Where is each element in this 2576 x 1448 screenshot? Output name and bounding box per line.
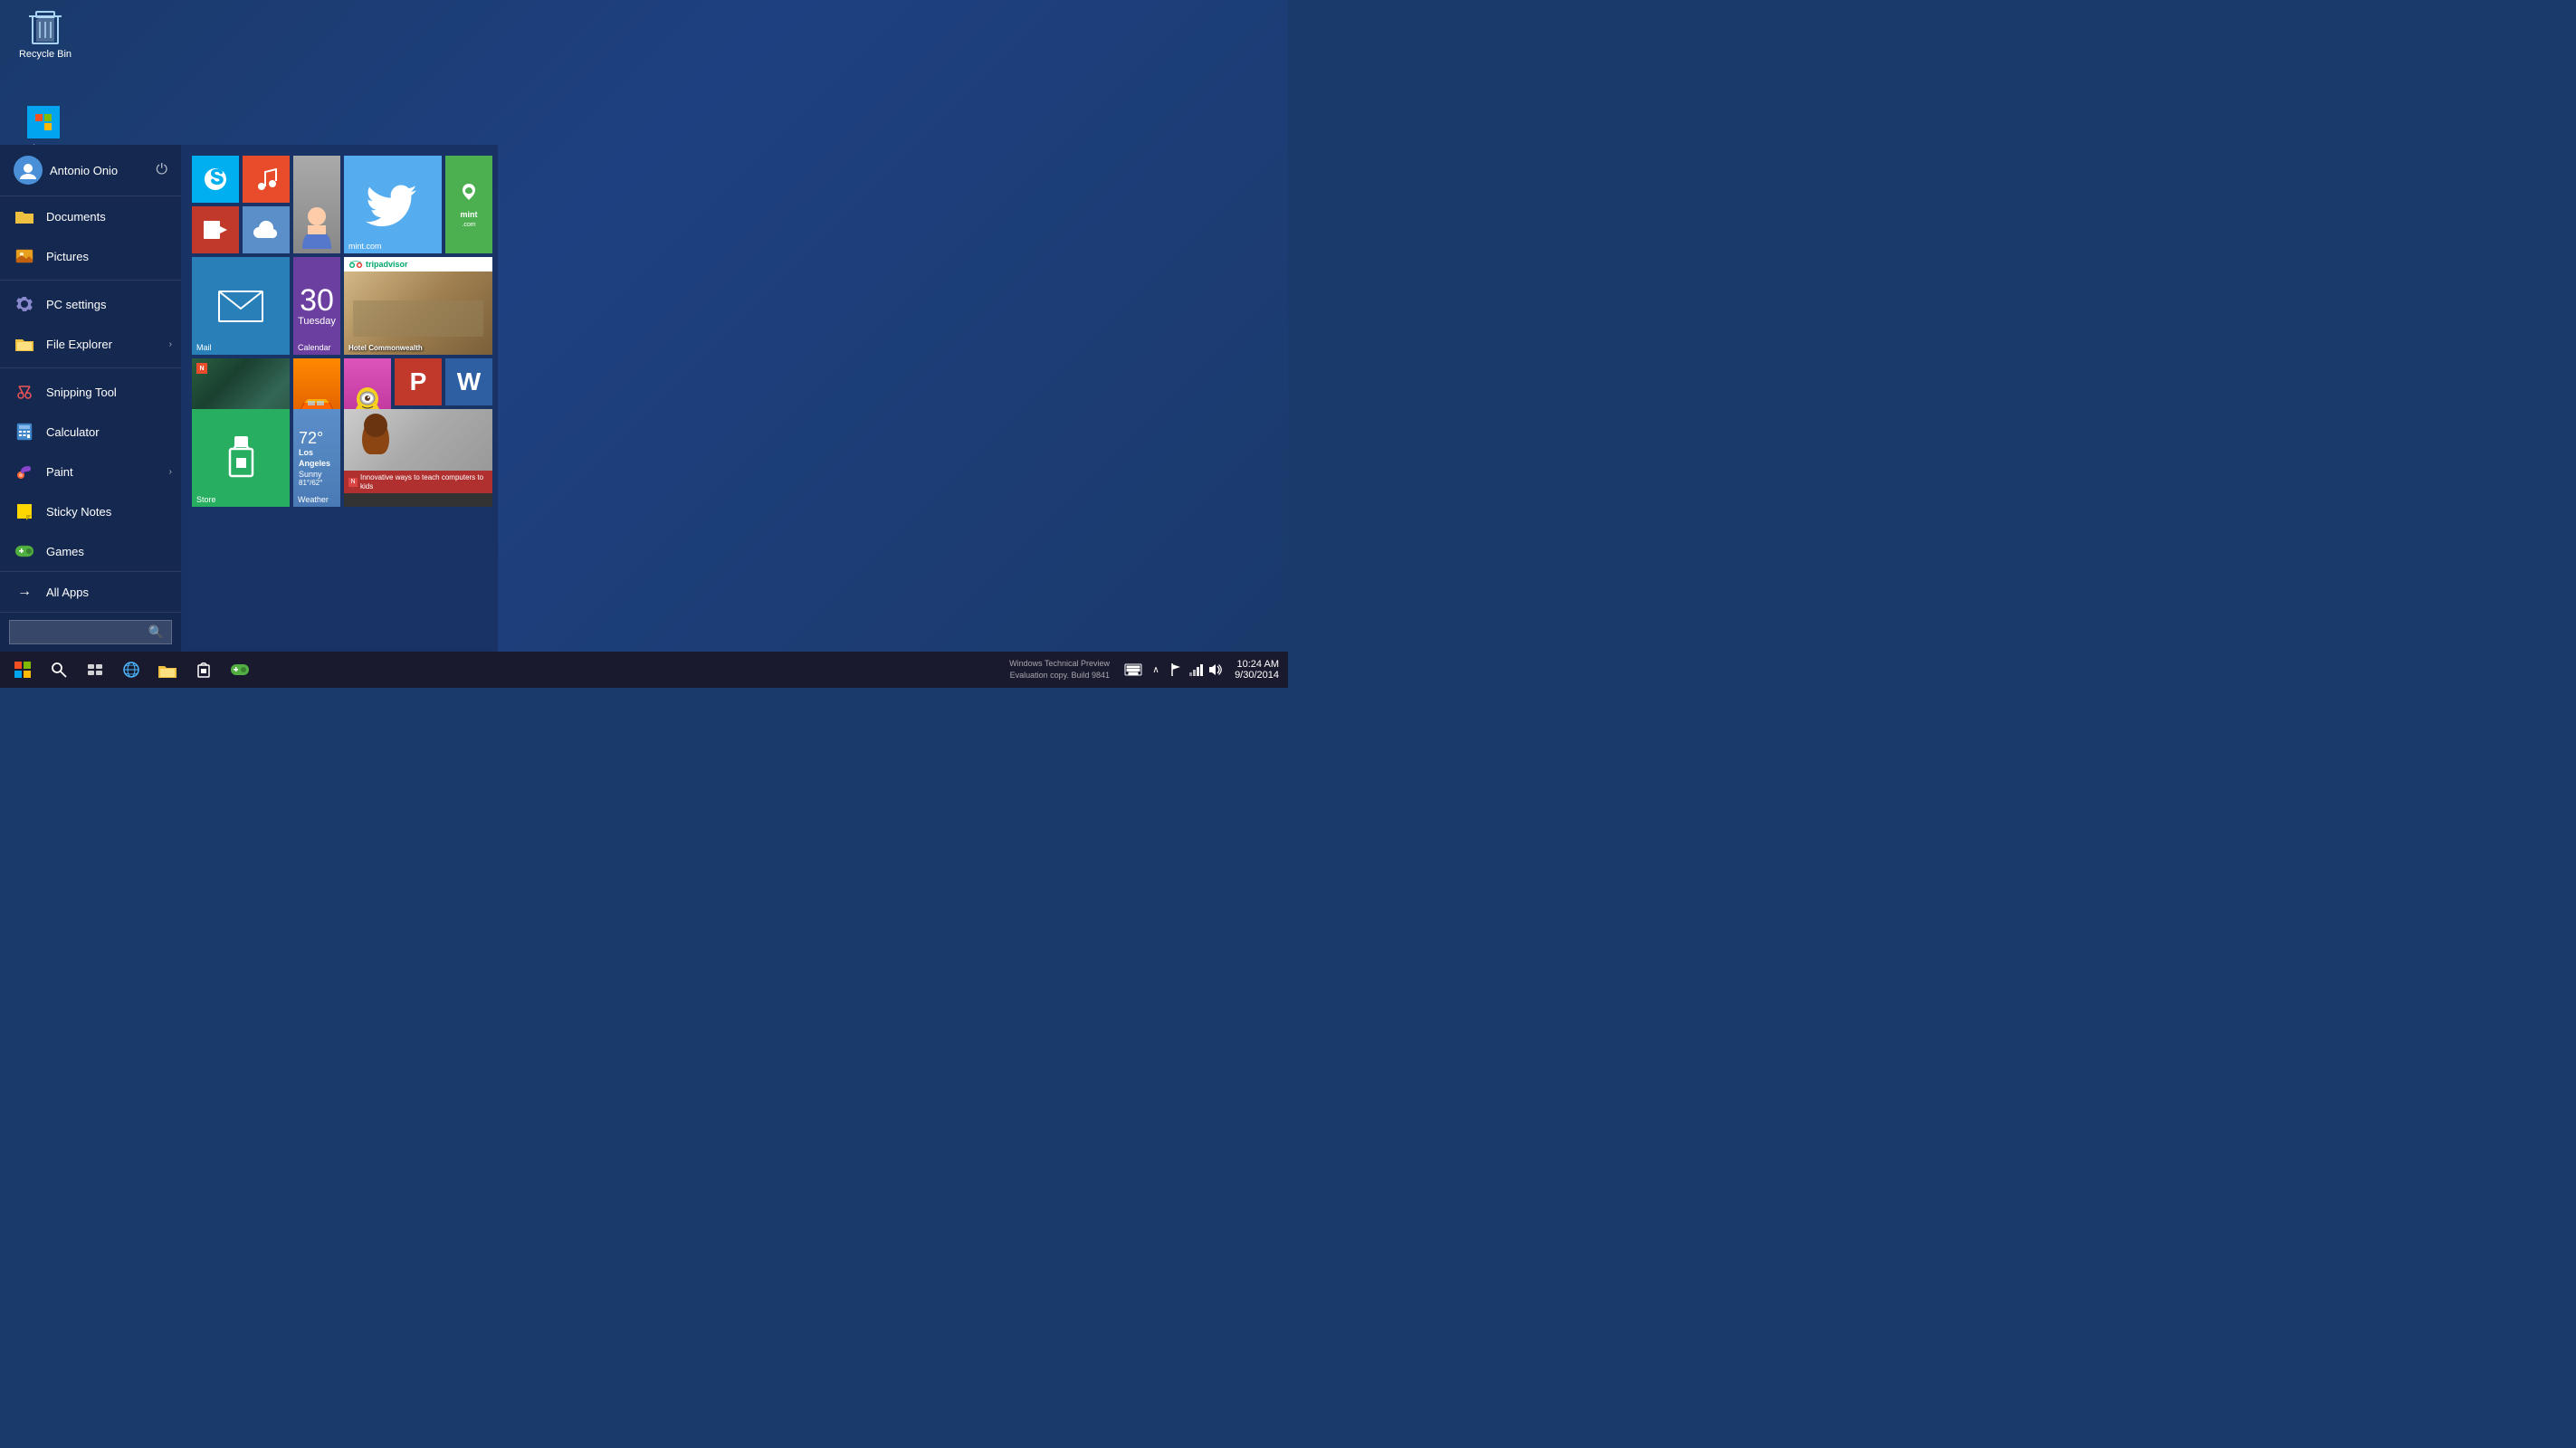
- tile-article[interactable]: N Innovative ways to teach computers to …: [344, 409, 492, 507]
- tile-weather[interactable]: 72° Los Angeles Sunny 81°/62° Weather: [293, 409, 340, 507]
- sidebar-item-stickynotes[interactable]: Sticky Notes: [0, 491, 181, 531]
- tile-music[interactable]: [243, 156, 290, 203]
- sidebar-item-games[interactable]: Games: [0, 531, 181, 571]
- start-button[interactable]: [5, 652, 41, 688]
- sidebar-item-fileexplorer[interactable]: File Explorer ›: [0, 324, 181, 364]
- tile-calendar[interactable]: 30 Tuesday Calendar: [293, 257, 340, 355]
- clock[interactable]: 10:24 AM 9/30/2014: [1235, 659, 1279, 681]
- tile-col-1: [192, 156, 239, 253]
- sidebar-item-documents[interactable]: Documents: [0, 196, 181, 236]
- tile-tripadvisor[interactable]: tripadvisor Hotel Commonwealth: [344, 257, 492, 355]
- sidebar-item-pictures[interactable]: Pictures: [0, 236, 181, 276]
- flag-icon[interactable]: [1166, 652, 1186, 688]
- folder-icon: [14, 205, 35, 227]
- user-header[interactable]: Antonio Onio ⏻: [0, 145, 181, 196]
- calendar-label: Calendar: [298, 343, 331, 352]
- snipping-label: Snipping Tool: [46, 386, 117, 399]
- weather-label: Weather: [298, 495, 329, 504]
- all-apps-button[interactable]: → All Apps: [0, 571, 181, 612]
- taskbar-games-button[interactable]: [222, 652, 258, 688]
- clock-date: 9/30/2014: [1235, 670, 1279, 681]
- desktop: Recycle Bin Welcome toTech Preview: [0, 0, 1288, 688]
- chevron-icon: ›: [169, 339, 172, 349]
- tile-powerpoint[interactable]: P: [395, 358, 442, 405]
- tile-skype[interactable]: [192, 156, 239, 203]
- start-menu: Antonio Onio ⏻ Documents Pictures: [0, 145, 498, 652]
- keyboard-icon[interactable]: [1121, 652, 1146, 688]
- fileexplorer-label: File Explorer: [46, 338, 112, 351]
- paint-chevron-icon: ›: [169, 467, 172, 477]
- search-input[interactable]: [17, 626, 148, 639]
- tile-word[interactable]: W: [445, 358, 492, 405]
- fileexplorer-icon: [14, 333, 35, 355]
- weather-range: 81°/62°: [299, 479, 322, 487]
- pictures-icon: [14, 245, 35, 267]
- power-button[interactable]: ⏻: [156, 162, 167, 178]
- taskbar-systray: Windows Technical Preview Evaluation cop…: [258, 652, 1283, 688]
- games-icon: [14, 540, 35, 562]
- tiles-row-2: Mail 30 Tuesday Calendar: [192, 257, 492, 355]
- twitter-label: mint.com: [348, 242, 382, 251]
- paint-label: Paint: [46, 465, 73, 479]
- tile-twitter[interactable]: mint.com: [344, 156, 442, 253]
- gear-icon: [14, 293, 35, 315]
- notifications-icon[interactable]: ∧: [1146, 652, 1166, 688]
- tile-mint[interactable]: mint .com: [445, 156, 492, 253]
- hotel-name: Hotel Commonwealth: [348, 344, 423, 352]
- sidebar-item-snipping[interactable]: Snipping Tool: [0, 372, 181, 412]
- calendar-day: Tuesday: [298, 316, 336, 327]
- tile-people[interactable]: [293, 156, 340, 253]
- tile-video[interactable]: [192, 206, 239, 253]
- store-label: Store: [196, 495, 216, 504]
- user-name: Antonio Onio: [50, 164, 118, 177]
- start-menu-tiles: mint.com mint .com: [181, 145, 498, 652]
- calendar-date: 30: [300, 285, 334, 316]
- user-avatar: [14, 156, 43, 185]
- tile-mail[interactable]: Mail: [192, 257, 290, 355]
- snipping-icon: [14, 381, 35, 403]
- volume-icon[interactable]: [1206, 652, 1226, 688]
- pictures-label: Pictures: [46, 250, 89, 263]
- recycle-bin-icon[interactable]: Recycle Bin: [9, 9, 81, 60]
- taskbar-store-button[interactable]: [186, 652, 222, 688]
- tile-store[interactable]: Store: [192, 409, 290, 507]
- calculator-icon: [14, 421, 35, 443]
- taskbar-taskview-button[interactable]: [77, 652, 113, 688]
- taskbar: Windows Technical Preview Evaluation cop…: [0, 652, 1288, 688]
- search-box: 🔍: [0, 612, 181, 652]
- tiles-row-4: Store 72° Los Angeles Sunny 81°/62° Weat…: [192, 409, 492, 507]
- tile-cloud[interactable]: [243, 206, 290, 253]
- search-icon: 🔍: [148, 624, 164, 640]
- paint-icon: [14, 461, 35, 482]
- signal-icon: [1186, 663, 1206, 676]
- allapps-icon: →: [14, 581, 35, 603]
- all-apps-label: All Apps: [46, 586, 89, 599]
- mail-label: Mail: [196, 343, 212, 352]
- documents-label: Documents: [46, 210, 106, 224]
- calculator-label: Calculator: [46, 425, 100, 439]
- taskbar-search-button[interactable]: [41, 652, 77, 688]
- taskbar-ie-button[interactable]: [113, 652, 149, 688]
- pcsettings-label: PC settings: [46, 298, 106, 311]
- weather-city: Los Angeles: [299, 448, 335, 469]
- sidebar-item-pcsettings[interactable]: PC settings: [0, 284, 181, 324]
- taskbar-fileexplorer-button[interactable]: [149, 652, 186, 688]
- watermark: Windows Technical Preview Evaluation cop…: [1009, 658, 1110, 681]
- stickynotes-label: Sticky Notes: [46, 505, 111, 519]
- tile-col-2: [243, 156, 290, 253]
- sidebar-item-calculator[interactable]: Calculator: [0, 412, 181, 452]
- weather-temp: 72°: [299, 429, 323, 448]
- weather-condition: Sunny: [299, 470, 322, 479]
- clock-time: 10:24 AM: [1237, 659, 1279, 670]
- games-label: Games: [46, 545, 84, 558]
- watermark-line2: Evaluation copy. Build 9841: [1009, 670, 1110, 681]
- article-label: Innovative ways to teach computers to ki…: [360, 473, 488, 491]
- tiles-row-1: mint.com mint .com: [192, 156, 492, 253]
- sidebar-item-paint[interactable]: Paint ›: [0, 452, 181, 491]
- watermark-line1: Windows Technical Preview: [1009, 658, 1110, 670]
- stickynotes-icon: [14, 500, 35, 522]
- start-menu-left: Antonio Onio ⏻ Documents Pictures: [0, 145, 181, 652]
- recycle-bin-label: Recycle Bin: [19, 49, 72, 60]
